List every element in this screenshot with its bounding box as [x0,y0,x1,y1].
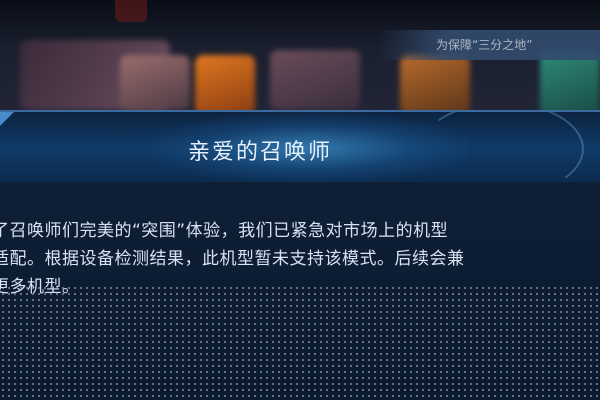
game-screen: 为保障“三分之地” 亲爱的召唤师 了召唤师们完美的“突围”体验，我们已紧急对市场… [0,0,600,400]
mode-banner-text: 为保障“三分之地” [436,38,533,52]
dot-pattern-overlay [0,285,600,400]
dialog-message-line: 适配。根据设备检测结果，此机型暂未支持该模式。后续会兼 [0,249,465,269]
corner-decoration [0,112,14,126]
dialog-title: 亲爱的召唤师 [187,140,332,165]
blurred-hero-art [270,50,360,110]
game-background: 为保障“三分之地” [0,0,600,120]
blurred-hero-art [120,55,190,110]
top-menu-button [115,0,147,22]
blurred-hero-art [195,55,255,115]
dialog-message-line: 了召唤师们完美的“突围”体验，我们已紧急对市场上的机型 [0,221,449,241]
blurred-hero-art [400,55,470,115]
dialog-title-bar: 亲爱的召唤师 [0,110,600,186]
